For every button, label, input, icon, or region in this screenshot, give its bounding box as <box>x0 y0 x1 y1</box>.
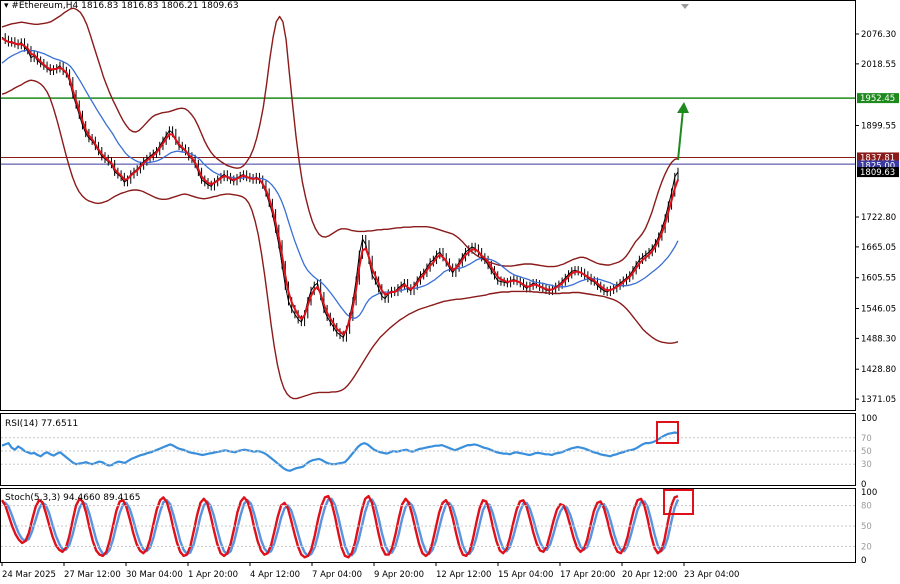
price-tags: 1952.451837.811825.001809.63 <box>857 93 899 178</box>
x-tick-label: 23 Apr 04:00 <box>684 570 739 580</box>
chart-canvas: 2076.30 2018.55 1899.55 1722.80 1665.05 1605.… <box>0 0 899 580</box>
chart-header: ▾ #Ethereum,H4 1816.83 1816.83 1806.21 1… <box>4 1 239 11</box>
x-tick-label: 20 Apr 12:00 <box>622 570 677 580</box>
price-y-tick-label: 1722.80 <box>861 213 896 223</box>
stoch-y-tick-label: 20 <box>861 542 872 552</box>
stoch-y-tick-label: 50 <box>861 522 872 532</box>
symbol-label: #Ethereum,H4 <box>11 1 79 11</box>
price-y-tick-label: 2018.55 <box>861 60 896 70</box>
x-tick-label: 4 Apr 12:00 <box>250 570 300 580</box>
price-y-tick-label: 1371.05 <box>861 395 896 405</box>
rsi-y-tick-label: 70 <box>861 434 872 444</box>
stoch-title: Stoch(5,3,3) 94.4660 89.4165 <box>5 493 140 503</box>
price-tag-label: 1809.63 <box>860 168 895 178</box>
x-tick-label: 27 Mar 12:00 <box>64 570 121 580</box>
stoch-y-tick-label: 80 <box>861 502 872 512</box>
price-y-tick-label: 1428.80 <box>861 365 896 375</box>
rsi-y-tick-label: 30 <box>861 460 872 470</box>
price-y-tick-label: 1899.55 <box>861 121 896 131</box>
rsi-y-tick-label: 50 <box>861 447 872 457</box>
rsi-panel-frame <box>0 413 856 486</box>
x-tick-label: 1 Apr 20:00 <box>188 570 238 580</box>
x-tick-label: 17 Apr 20:00 <box>560 570 615 580</box>
rsi-title: RSI(14) 77.6511 <box>5 419 78 429</box>
price-y-tick-label: 1546.05 <box>861 305 896 315</box>
price-panel-frame <box>0 0 856 411</box>
stoch-y-tick-label: 0 <box>861 556 866 566</box>
x-tick-label: 7 Apr 04:00 <box>312 570 362 580</box>
ohlc-values: 1816.83 1816.83 1806.21 1809.63 <box>81 1 239 11</box>
stoch-y-tick-label: 100 <box>861 488 877 498</box>
x-tick-label: 15 Apr 04:00 <box>498 570 553 580</box>
x-tick-label: 12 Apr 12:00 <box>436 570 491 580</box>
x-tick-label: 24 Mar 2025 <box>2 570 56 580</box>
price-y-tick-label: 1665.05 <box>861 243 896 253</box>
price-y-tick-label: 1605.55 <box>861 274 896 284</box>
x-tick-label: 9 Apr 20:00 <box>374 570 424 580</box>
price-y-tick-label: 1488.30 <box>861 334 896 344</box>
x-tick-label: 30 Mar 04:00 <box>126 570 183 580</box>
price-tag-label: 1952.45 <box>860 94 895 104</box>
rsi-y-tick-label: 100 <box>861 414 877 424</box>
price-y-tick-label: 2076.30 <box>861 30 896 40</box>
